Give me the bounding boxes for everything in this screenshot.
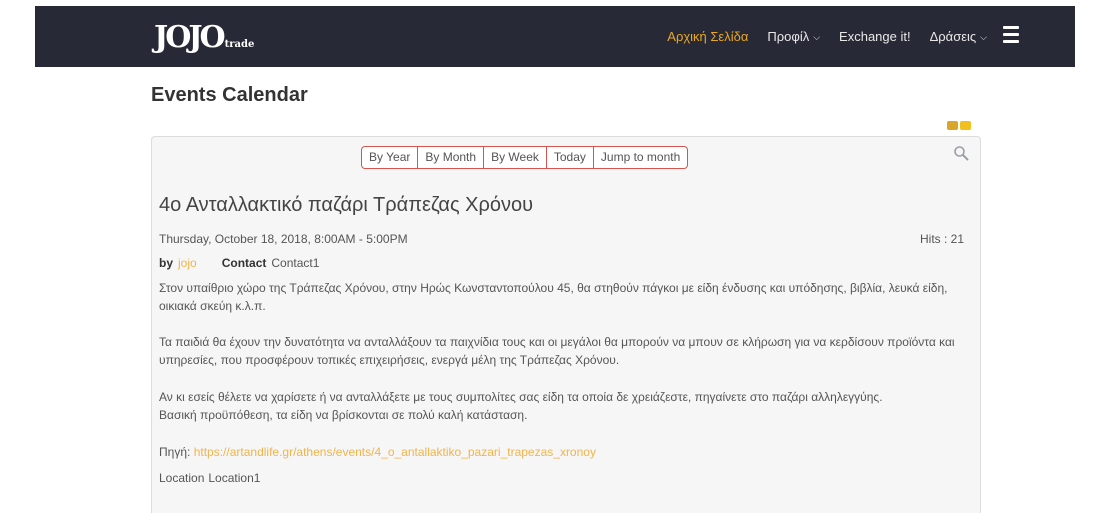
chevron-down-icon: ⌵ — [813, 32, 821, 42]
location-label: Location — [159, 471, 205, 485]
contact-value: Contact1 — [271, 256, 320, 270]
event-description-paragraph: Τα παιδιά θα έχουν την δυνατότητα να αντ… — [159, 335, 955, 367]
nav-item-label: Exchange it! — [839, 29, 911, 44]
page-tools — [947, 121, 971, 130]
nav-item-label: Προφίλ — [767, 29, 810, 44]
hits-count: Hits : 21 — [919, 232, 964, 246]
nav-item-label: Δράσεις — [929, 29, 977, 44]
search-icon[interactable] — [953, 145, 969, 161]
site-logo[interactable]: JOJO trade — [154, 19, 254, 55]
by-week-button[interactable]: By Week — [484, 147, 547, 168]
nav-item-label: Αρχική Σελίδα — [667, 29, 749, 44]
top-navbar: JOJO trade Αρχική Σελίδα Προφίλ ⌵ Exchan… — [35, 6, 1075, 67]
event-description-paragraph: Αν κι εσείς θέλετε να χαρίσετε ή να αντα… — [159, 390, 883, 422]
print-icon[interactable] — [947, 121, 958, 130]
location-value: Location1 — [208, 471, 261, 485]
logo-text: JOJO — [154, 19, 226, 55]
event-datetime: Thursday, October 18, 2018, 8:00AM - 5:0… — [159, 232, 408, 246]
contact-info: Contact Contact1 — [222, 256, 320, 270]
event-location: Location Location1 — [159, 471, 260, 485]
hamburger-icon[interactable] — [1003, 26, 1019, 43]
event-description-paragraph: Στον υπαίθριο χώρο της Τράπεζας Χρόνου, … — [159, 281, 948, 313]
event-source: Πηγή: https://artandlife.gr/athens/event… — [159, 443, 974, 461]
today-button[interactable]: Today — [547, 147, 594, 168]
chevron-down-icon: ⌵ — [980, 32, 987, 42]
nav-item-home[interactable]: Αρχική Σελίδα — [667, 29, 748, 44]
jump-to-month-button[interactable]: Jump to month — [594, 147, 687, 168]
nav-item-actions[interactable]: Δράσεις ⌵ — [930, 29, 987, 44]
source-label: Πηγή: — [159, 445, 191, 459]
calendar-view-nav: By Year By Month By Week Today Jump to m… — [361, 146, 689, 169]
contact-label: Contact — [221, 256, 267, 270]
event-title: 4ο Ανταλλακτικό παζάρι Τράπεζας Χρόνου — [159, 194, 534, 216]
by-label: by — [159, 256, 174, 270]
logo-subtext: trade — [224, 38, 255, 50]
event-panel: By Year By Month By Week Today Jump to m… — [151, 136, 981, 513]
page-title: Events Calendar — [151, 84, 308, 106]
event-meta: by jojo Contact Contact1 — [159, 256, 319, 270]
nav-item-exchange[interactable]: Exchange it! — [839, 29, 911, 44]
by-year-button[interactable]: By Year — [362, 147, 419, 168]
nav-item-profile[interactable]: Προφίλ ⌵ — [767, 29, 820, 44]
author-link[interactable]: jojo — [178, 256, 197, 270]
source-link[interactable]: https://artandlife.gr/athens/events/4_o_… — [194, 445, 596, 459]
main-nav: Αρχική Σελίδα Προφίλ ⌵ Exchange it! Δράσ… — [667, 6, 987, 67]
by-month-button[interactable]: By Month — [418, 147, 485, 168]
email-icon[interactable] — [960, 121, 971, 130]
